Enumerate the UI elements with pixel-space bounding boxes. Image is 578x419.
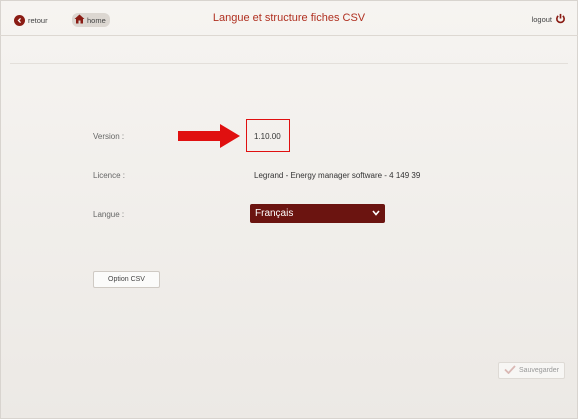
langue-select[interactable]: Français xyxy=(250,204,385,223)
page-title: Langue et structure fiches CSV xyxy=(212,12,366,24)
langue-label: Langue : xyxy=(93,210,125,219)
option-csv-button[interactable]: Option CSV xyxy=(93,271,160,288)
top-bar: retour home Langue et structure fiches C… xyxy=(0,0,578,36)
header-divider xyxy=(0,35,578,36)
save-label: Sauvegarder xyxy=(518,367,560,374)
langue-selected-value: Français xyxy=(255,208,294,219)
version-label: Version : xyxy=(93,132,125,141)
version-value: 1.10.00 xyxy=(254,132,281,141)
save-button[interactable]: Sauvegarder xyxy=(498,362,565,379)
section-divider xyxy=(10,63,568,64)
pointer-arrow-icon xyxy=(178,124,240,148)
licence-value: Legrand - Energy manager software - 4 14… xyxy=(254,171,421,180)
logout-label: logout xyxy=(531,15,552,24)
chevron-down-icon xyxy=(372,208,380,219)
power-icon xyxy=(555,13,566,26)
logout-button[interactable]: logout xyxy=(532,13,566,26)
licence-label: Licence : xyxy=(93,171,126,180)
checkmark-icon xyxy=(504,365,516,376)
